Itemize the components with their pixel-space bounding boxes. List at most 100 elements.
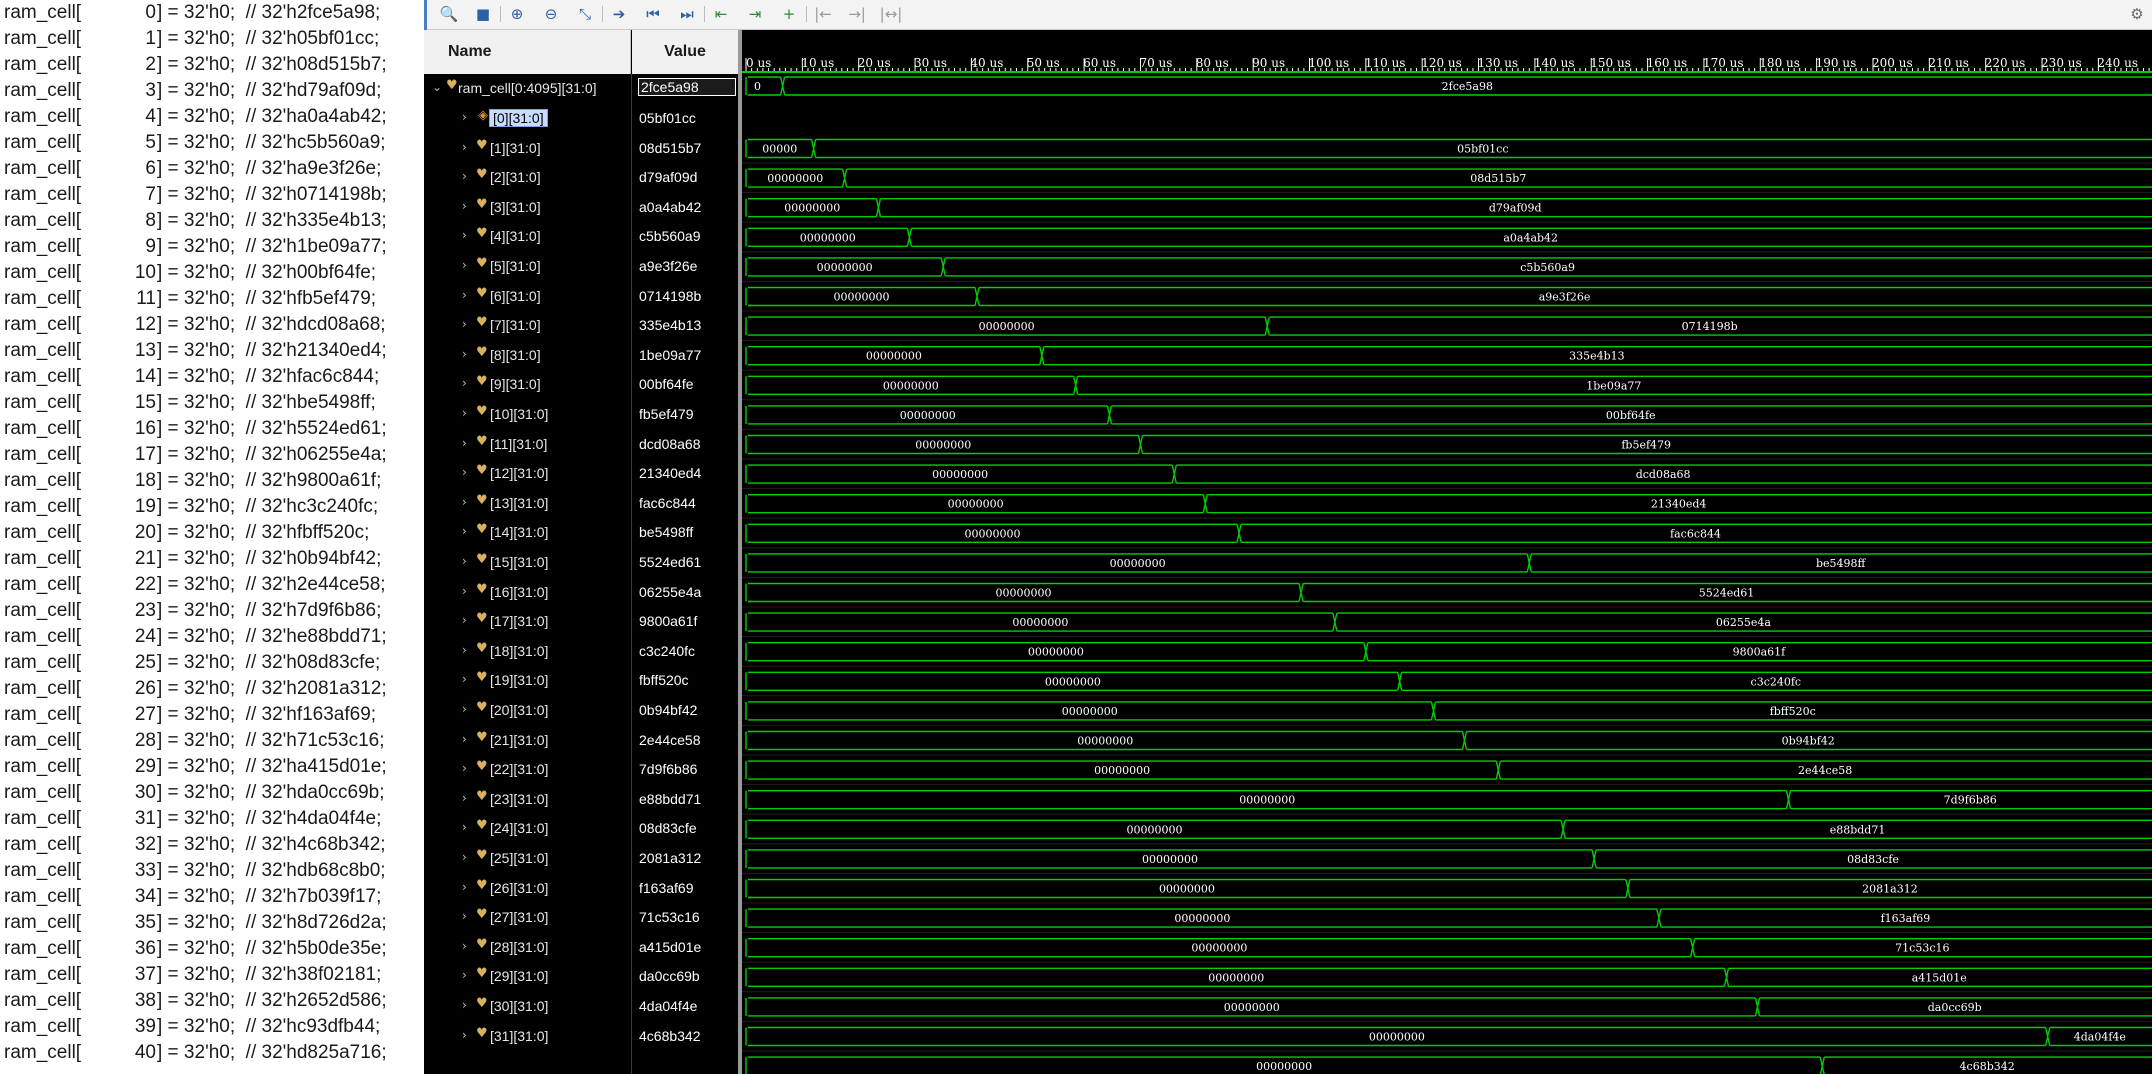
- signal-name[interactable]: [28][31:0]: [490, 939, 548, 955]
- waveform-canvas[interactable]: 0 us 10 us 20 us 30 us 40 us 50 us 60 us 70 us 8…: [742, 30, 2152, 1074]
- code-line[interactable]: ram_cell[26] = 32'h0; // 32'h2081a312;: [0, 676, 424, 702]
- expand-icon[interactable]: ›: [462, 317, 467, 331]
- expand-icon[interactable]: ›: [462, 791, 467, 805]
- signal-name[interactable]: [18][31:0]: [490, 643, 548, 659]
- expand-icon[interactable]: ›: [462, 199, 467, 213]
- signal-name[interactable]: [0][31:0]: [489, 109, 548, 127]
- code-line[interactable]: ram_cell[2] = 32'h0; // 32'h08d515b7;: [0, 52, 424, 78]
- expand-icon[interactable]: ›: [462, 406, 467, 420]
- signal-name[interactable]: [31][31:0]: [490, 1028, 548, 1044]
- signal-row[interactable]: › ♥ [27][31:0] 71c53c16: [424, 903, 738, 933]
- signal-row-root[interactable]: ⌄ ♥ ram_cell[0:4095][31:0] 2fce5a98: [424, 74, 738, 104]
- code-line[interactable]: ram_cell[40] = 32'h0; // 32'hd825a716;: [0, 1040, 424, 1066]
- code-line[interactable]: ram_cell[4] = 32'h0; // 32'ha0a4ab42;: [0, 104, 424, 130]
- code-line[interactable]: ram_cell[16] = 32'h0; // 32'h5524ed61;: [0, 416, 424, 442]
- code-line[interactable]: ram_cell[18] = 32'h0; // 32'h9800a61f;: [0, 468, 424, 494]
- code-line[interactable]: ram_cell[38] = 32'h0; // 32'h2652d586;: [0, 988, 424, 1014]
- code-line[interactable]: ram_cell[17] = 32'h0; // 32'h06255e4a;: [0, 442, 424, 468]
- expand-icon[interactable]: ›: [462, 998, 467, 1012]
- expand-icon[interactable]: ›: [462, 880, 467, 894]
- signal-row[interactable]: › ♥ [18][31:0] c3c240fc: [424, 637, 738, 667]
- code-line[interactable]: ram_cell[8] = 32'h0; // 32'h335e4b13;: [0, 208, 424, 234]
- code-line[interactable]: ram_cell[30] = 32'h0; // 32'hda0cc69b;: [0, 780, 424, 806]
- expand-icon[interactable]: ›: [462, 169, 467, 183]
- code-line[interactable]: ram_cell[37] = 32'h0; // 32'h38f02181;: [0, 962, 424, 988]
- signal-name[interactable]: ram_cell[0:4095][31:0]: [458, 80, 597, 96]
- waveform-plot[interactable]: 0 us 10 us 20 us 30 us 40 us 50 us 60 us 70 us 8…: [742, 30, 2152, 1074]
- signal-row[interactable]: › ♥ [21][31:0] 2e44ce58: [424, 726, 738, 756]
- signal-name[interactable]: [6][31:0]: [490, 288, 541, 304]
- collapse-icon[interactable]: ⌄: [432, 80, 442, 94]
- save-icon[interactable]: ■: [470, 3, 496, 25]
- code-line[interactable]: ram_cell[5] = 32'h0; // 32'hc5b560a9;: [0, 130, 424, 156]
- code-line[interactable]: ram_cell[33] = 32'h0; // 32'hdb68c8b0;: [0, 858, 424, 884]
- signal-name[interactable]: [12][31:0]: [490, 465, 548, 481]
- signal-name[interactable]: [27][31:0]: [490, 909, 548, 925]
- code-line[interactable]: ram_cell[24] = 32'h0; // 32'he88bdd71;: [0, 624, 424, 650]
- code-line[interactable]: ram_cell[0] = 32'h0; // 32'h2fce5a98;: [0, 0, 424, 26]
- expand-icon[interactable]: ›: [462, 436, 467, 450]
- code-line[interactable]: ram_cell[36] = 32'h0; // 32'h5b0de35e;: [0, 936, 424, 962]
- zoom-fit-icon[interactable]: ⤡: [572, 3, 598, 25]
- expand-icon[interactable]: ›: [462, 672, 467, 686]
- signal-name[interactable]: [15][31:0]: [490, 554, 548, 570]
- code-line[interactable]: ram_cell[39] = 32'h0; // 32'hc93dfb44;: [0, 1014, 424, 1040]
- signal-row[interactable]: › ♥ [4][31:0] c5b560a9: [424, 222, 738, 252]
- signal-row[interactable]: › ♥ [26][31:0] f163af69: [424, 874, 738, 904]
- code-line[interactable]: ram_cell[11] = 32'h0; // 32'hfb5ef479;: [0, 286, 424, 312]
- signal-name[interactable]: [20][31:0]: [490, 702, 548, 718]
- next-transition-icon[interactable]: ⇥: [742, 3, 768, 25]
- signal-row[interactable]: › ♥ [15][31:0] 5524ed61: [424, 548, 738, 578]
- name-column-header[interactable]: Name: [424, 30, 631, 74]
- code-line[interactable]: ram_cell[27] = 32'h0; // 32'hf163af69;: [0, 702, 424, 728]
- code-line[interactable]: ram_cell[21] = 32'h0; // 32'h0b94bf42;: [0, 546, 424, 572]
- expand-icon[interactable]: ›: [462, 939, 467, 953]
- signal-row[interactable]: › ♥ [14][31:0] be5498ff: [424, 518, 738, 548]
- goto-start-icon[interactable]: ⏮: [640, 3, 666, 25]
- code-line[interactable]: ram_cell[10] = 32'h0; // 32'h00bf64fe;: [0, 260, 424, 286]
- signal-name[interactable]: [23][31:0]: [490, 791, 548, 807]
- expand-icon[interactable]: ›: [462, 702, 467, 716]
- signal-name[interactable]: [4][31:0]: [490, 228, 541, 244]
- expand-icon[interactable]: ›: [462, 643, 467, 657]
- code-line[interactable]: ram_cell[20] = 32'h0; // 32'hfbff520c;: [0, 520, 424, 546]
- signal-name[interactable]: [1][31:0]: [490, 140, 541, 156]
- previous-marker-icon[interactable]: |←: [810, 3, 836, 25]
- expand-icon[interactable]: ›: [462, 850, 467, 864]
- code-line[interactable]: ram_cell[35] = 32'h0; // 32'h8d726d2a;: [0, 910, 424, 936]
- code-line[interactable]: ram_cell[1] = 32'h0; // 32'h05bf01cc;: [0, 26, 424, 52]
- expand-icon[interactable]: ›: [462, 909, 467, 923]
- signal-name[interactable]: [11][31:0]: [490, 436, 547, 452]
- expand-icon[interactable]: ›: [462, 554, 467, 568]
- signal-row[interactable]: › ♥ [30][31:0] 4da04f4e: [424, 992, 738, 1022]
- code-line[interactable]: ram_cell[6] = 32'h0; // 32'ha9e3f26e;: [0, 156, 424, 182]
- signal-row[interactable]: › ♥ [2][31:0] d79af09d: [424, 163, 738, 193]
- signal-row[interactable]: › ♥ [24][31:0] 08d83cfe: [424, 814, 738, 844]
- code-editor[interactable]: ram_cell[0] = 32'h0; // 32'h2fce5a98; ram…: [0, 0, 424, 1074]
- expand-icon[interactable]: ›: [462, 968, 467, 982]
- code-line[interactable]: ram_cell[29] = 32'h0; // 32'ha415d01e;: [0, 754, 424, 780]
- expand-icon[interactable]: ›: [462, 820, 467, 834]
- signal-name[interactable]: [30][31:0]: [490, 998, 548, 1014]
- expand-icon[interactable]: ›: [462, 228, 467, 242]
- code-line[interactable]: ram_cell[19] = 32'h0; // 32'hc3c240fc;: [0, 494, 424, 520]
- code-line[interactable]: ram_cell[23] = 32'h0; // 32'h7d9f6b86;: [0, 598, 424, 624]
- signal-name[interactable]: [10][31:0]: [490, 406, 548, 422]
- expand-icon[interactable]: ›: [462, 347, 467, 361]
- expand-icon[interactable]: ›: [462, 140, 467, 154]
- signal-name[interactable]: [2][31:0]: [490, 169, 541, 185]
- code-line[interactable]: ram_cell[25] = 32'h0; // 32'h08d83cfe;: [0, 650, 424, 676]
- signal-row[interactable]: › ♥ [13][31:0] fac6c844: [424, 489, 738, 519]
- code-line[interactable]: ram_cell[12] = 32'h0; // 32'hdcd08a68;: [0, 312, 424, 338]
- zoom-in-icon[interactable]: ⊕: [504, 3, 530, 25]
- signal-name[interactable]: [13][31:0]: [490, 495, 548, 511]
- signal-name[interactable]: [19][31:0]: [490, 672, 548, 688]
- signal-row[interactable]: › ♥ [31][31:0] 4c68b342: [424, 1022, 738, 1052]
- signal-row[interactable]: › ♥ [28][31:0] a415d01e: [424, 933, 738, 963]
- signal-row[interactable]: › ♥ [10][31:0] fb5ef479: [424, 400, 738, 430]
- expand-icon[interactable]: ›: [462, 761, 467, 775]
- signal-row[interactable]: › ♥ [22][31:0] 7d9f6b86: [424, 755, 738, 785]
- previous-transition-icon[interactable]: ⇤: [708, 3, 734, 25]
- code-line[interactable]: ram_cell[31] = 32'h0; // 32'h4da04f4e;: [0, 806, 424, 832]
- signal-row[interactable]: › ♥ [25][31:0] 2081a312: [424, 844, 738, 874]
